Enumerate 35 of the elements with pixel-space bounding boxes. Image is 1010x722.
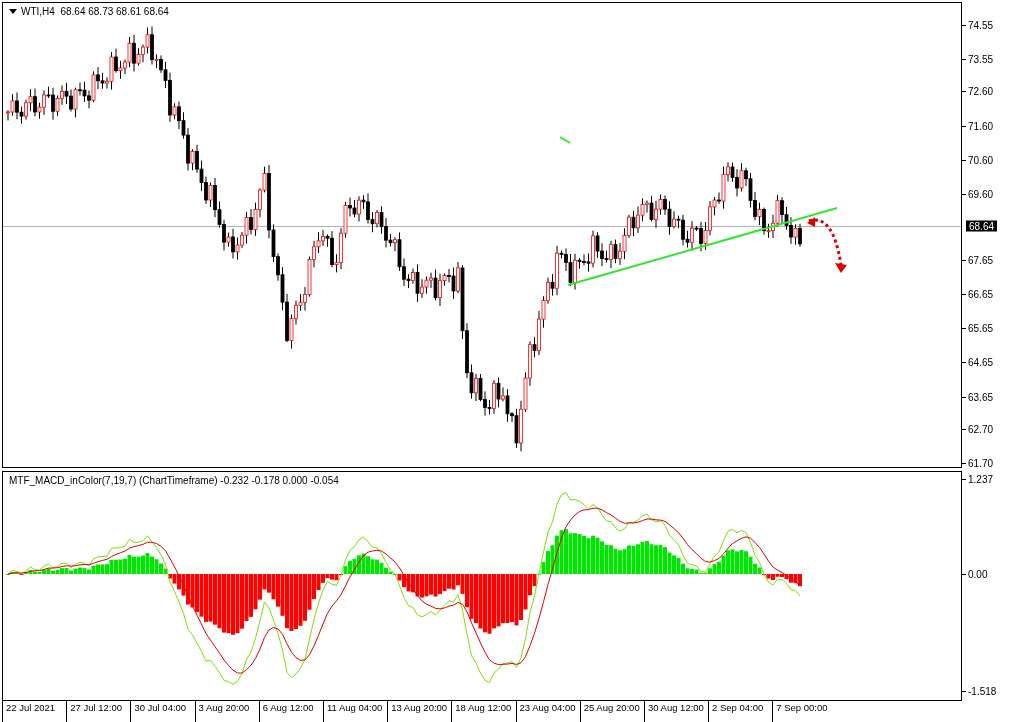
price-axis-label: 62.70 xyxy=(968,423,994,435)
time-axis-label: 2 Sep 04:00 xyxy=(708,701,773,722)
current-price-label: 68.64 xyxy=(966,220,998,232)
symbol-quote-text: WTI,H4 68.64 68.73 68.61 68.64 xyxy=(21,6,169,17)
price-axis-label: 72.60 xyxy=(968,85,994,97)
indicator-axis-label: 1.237 xyxy=(968,473,994,485)
price-axis-label: 70.60 xyxy=(968,154,994,166)
indicator-axis-label: -1.518 xyxy=(968,685,997,697)
indicator-header: MTF_MACD_inColor(7,19,7) (ChartTimeframe) -0.232 -0.178 0.000 -0.054 xyxy=(9,475,339,486)
time-axis-label: 3 Aug 20:00 xyxy=(194,701,259,722)
price-axis-label: 63.65 xyxy=(968,391,994,403)
arrow-drawing xyxy=(807,217,847,273)
time-axis-label: 30 Aug 12:00 xyxy=(643,701,709,722)
short-line-mark xyxy=(559,136,571,144)
dropdown-triangle-icon[interactable] xyxy=(9,9,17,14)
price-axis-label: 65.65 xyxy=(968,322,994,334)
time-axis-label: 23 Aug 04:00 xyxy=(515,701,580,722)
time-axis-label: 18 Aug 12:00 xyxy=(451,701,516,722)
price-axis-label: 69.60 xyxy=(968,188,994,200)
time-axis-label: 13 Aug 20:00 xyxy=(387,701,452,722)
price-axis-label: 64.65 xyxy=(968,357,994,368)
price-axis-label: 74.55 xyxy=(968,19,994,31)
indicator-axis-label: 0.00 xyxy=(968,568,988,580)
time-axis-label: 27 Jul 12:00 xyxy=(66,701,131,722)
time-axis-label: 11 Aug 04:00 xyxy=(322,701,388,722)
time-axis-label: 22 Jul 2021 xyxy=(2,701,67,722)
price-axis-label: 71.60 xyxy=(968,120,994,132)
price-axis-label: 61.70 xyxy=(968,457,994,469)
time-axis-label: 30 Jul 04:00 xyxy=(130,701,195,722)
time-axis-label: 7 Sep 00:00 xyxy=(772,701,837,722)
time-axis-label: 25 Aug 20:00 xyxy=(579,701,644,722)
price-axis-label: 66.65 xyxy=(968,288,994,300)
price-axis-label: 67.65 xyxy=(968,254,994,266)
time-axis-label: 6 Aug 12:00 xyxy=(258,701,323,722)
price-axis-label: 73.55 xyxy=(968,53,994,65)
